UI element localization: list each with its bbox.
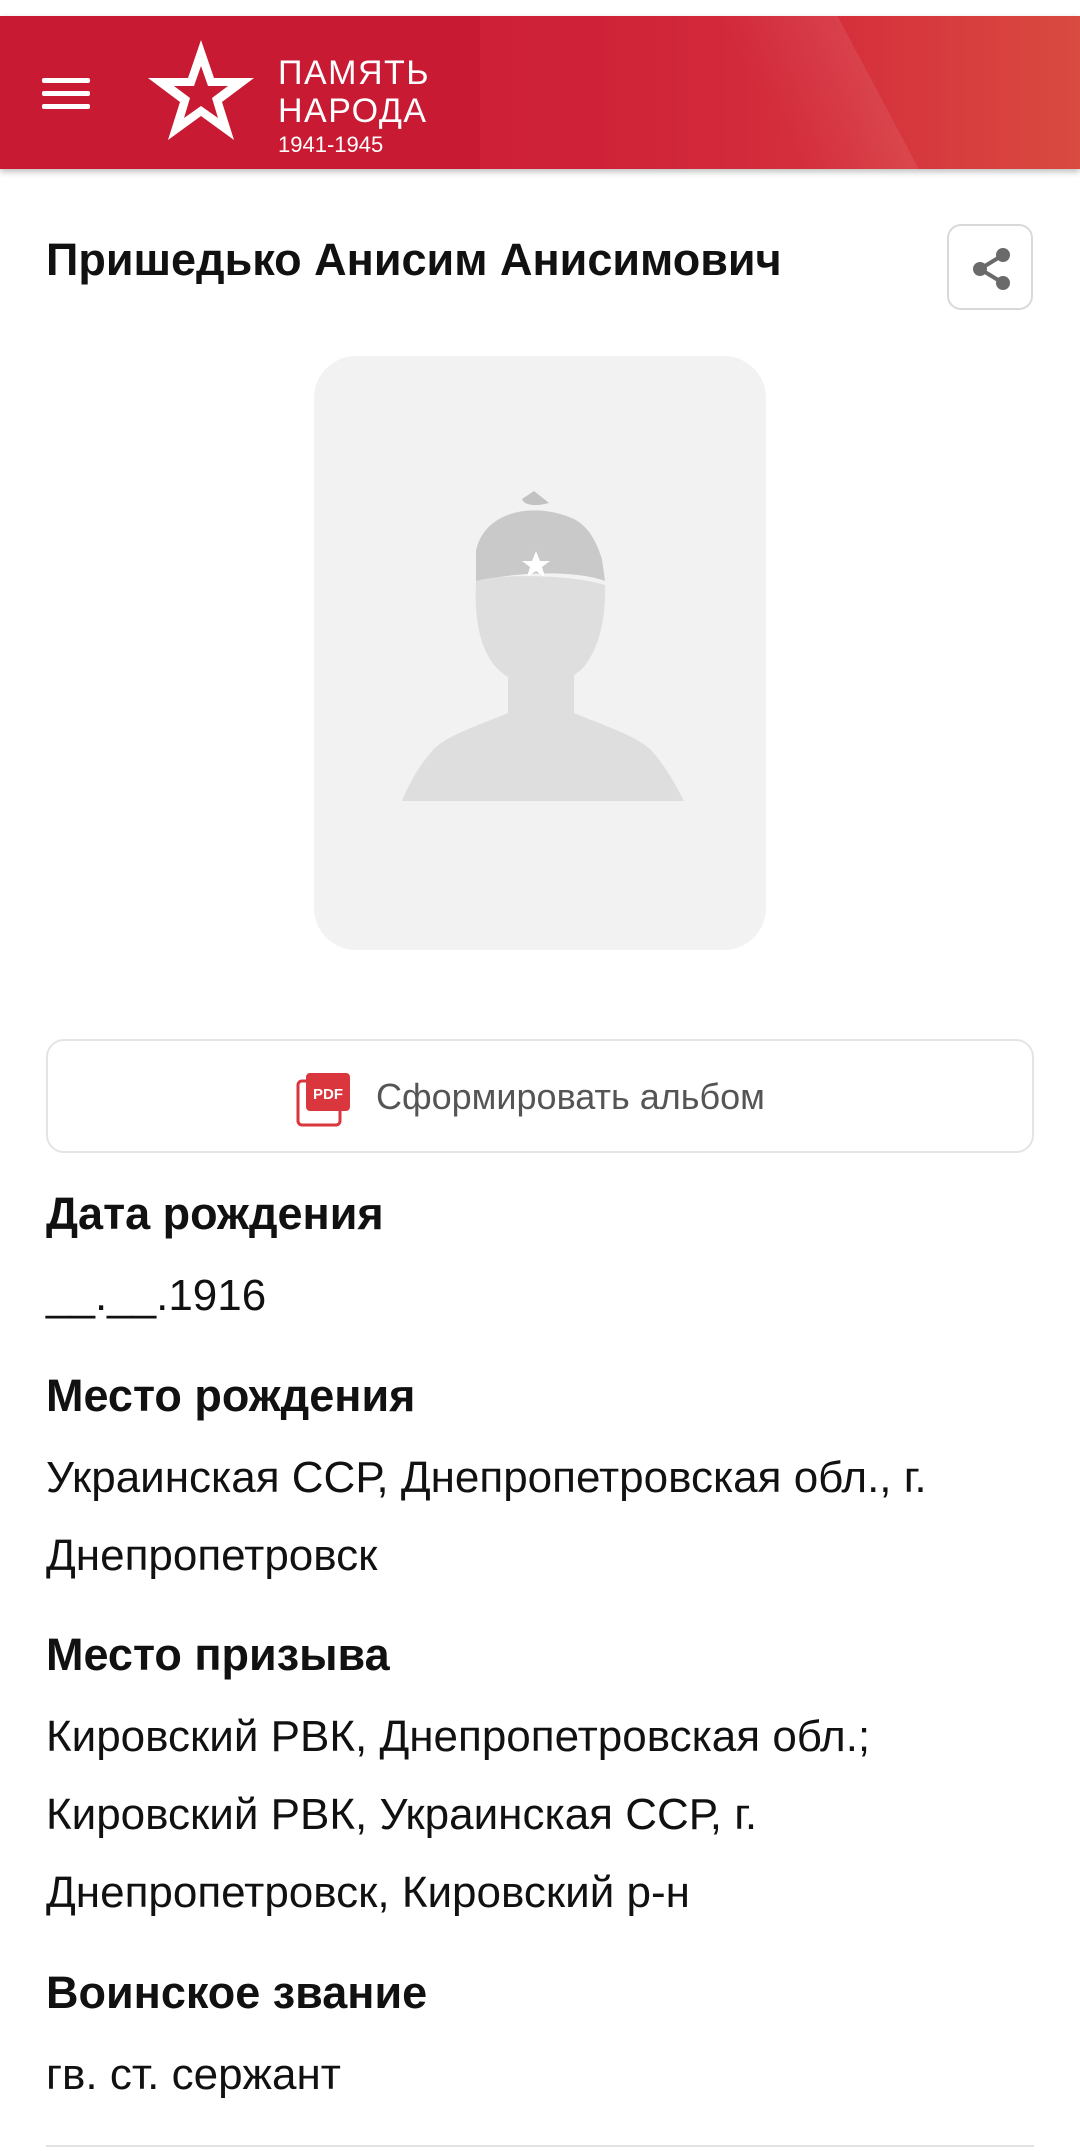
hamburger-icon [42,78,90,83]
logo-text: ПАМЯТЬ НАРОДА 1941-1945 [278,54,430,160]
logo-years: 1941-1945 [278,132,384,157]
share-button[interactable] [947,224,1033,310]
person-photo-placeholder [314,356,766,950]
soldier-silhouette-icon [402,491,684,801]
share-icon [973,248,1010,290]
logo-line-1: ПАМЯТЬ [278,54,431,92]
divider [46,2145,1034,2147]
logo-line-2: НАРОДА [278,92,428,130]
person-name: Пришедько Анисим Анисимович [46,234,782,285]
site-logo[interactable]: ПАМЯТЬ НАРОДА 1941-1945 [146,36,466,157]
birth-date-value: __.__.1916 [46,1271,267,1320]
conscription-place-value: Кировский РВК, Днепропетровская обл.; Ки… [46,1712,871,1917]
military-rank-value: гв. ст. сержант [46,2050,341,2099]
create-album-label: Сформировать альбом [376,1076,765,1117]
military-rank-label: Воинское звание [46,1967,428,2018]
svg-text:PDF: PDF [313,1086,343,1103]
birth-place-label: Место рождения [46,1370,416,1421]
conscription-place-label: Место призыва [46,1629,390,1680]
star-logo-icon [148,40,254,140]
birth-date-label: Дата рождения [46,1188,384,1239]
status-bar [0,0,1080,16]
site-header: ПАМЯТЬ НАРОДА 1941-1945 [0,16,1080,169]
birth-place-value: Украинская ССР, Днепропетровская обл., г… [46,1453,927,1580]
header-decoration [706,16,934,169]
pdf-icon: PDF [296,1073,350,1127]
create-album-button[interactable]: PDF Сформировать альбом [46,1039,1034,1153]
menu-button[interactable] [36,68,96,118]
